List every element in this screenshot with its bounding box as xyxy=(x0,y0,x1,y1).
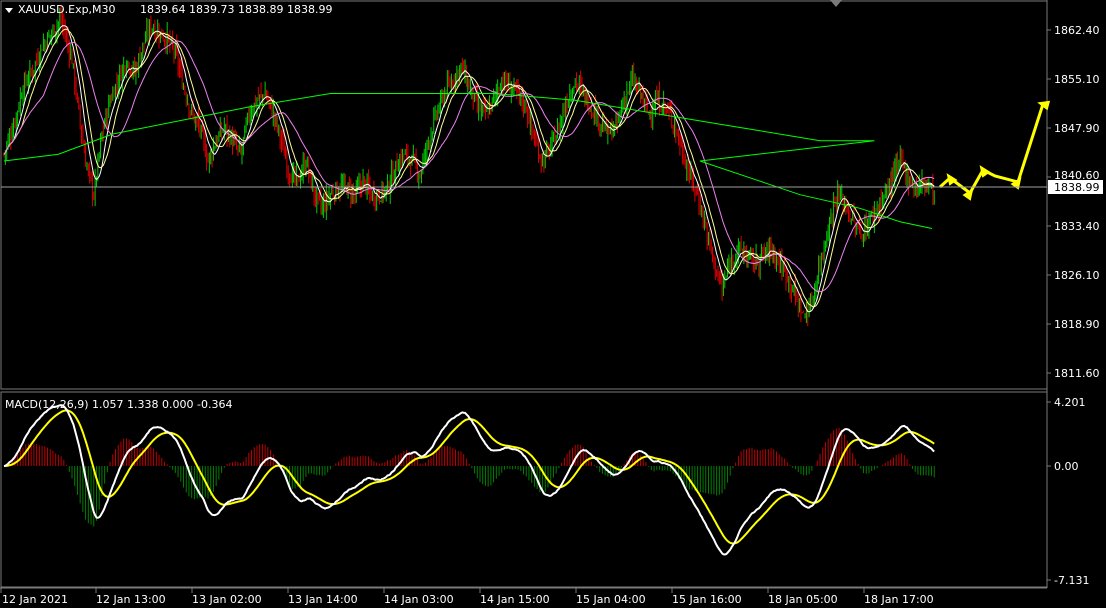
symbol-info: XAUUSD.Exp,M30 xyxy=(18,3,116,16)
time-axis: 12 Jan 2021 12 Jan 13:00 13 Jan 02:00 13… xyxy=(0,588,934,606)
time-tick-label: 15 Jan 16:00 xyxy=(672,593,742,606)
macd-tick-label: 4.201 xyxy=(1054,396,1086,409)
ohlc-values: 1839.64 1839.73 1838.89 1838.99 xyxy=(140,3,332,16)
time-tick-label: 13 Jan 02:00 xyxy=(192,593,262,606)
price-tick-label: 1855.10 xyxy=(1054,73,1100,86)
time-tick-label: 12 Jan 2021 xyxy=(2,593,68,606)
price-tick-label: 1847.90 xyxy=(1054,122,1100,135)
price-tick-label: 1811.60 xyxy=(1054,367,1100,380)
macd-tick-label: 0.00 xyxy=(1054,460,1079,473)
price-tick-label: 1826.10 xyxy=(1054,269,1100,282)
time-tick-label: 13 Jan 14:00 xyxy=(288,593,358,606)
time-tick-label: 18 Jan 05:00 xyxy=(768,593,838,606)
price-tick-label: 1833.40 xyxy=(1054,220,1100,233)
price-tick-label: 1862.40 xyxy=(1054,24,1100,37)
time-tick-label: 12 Jan 13:00 xyxy=(96,593,166,606)
current-price-label: 1838.99 xyxy=(1054,181,1100,194)
time-tick-label: 14 Jan 15:00 xyxy=(480,593,550,606)
price-tick-label: 1818.90 xyxy=(1054,318,1100,331)
macd-axis: 4.201 0.00 -7.131 xyxy=(1047,396,1089,587)
time-tick-label: 14 Jan 03:00 xyxy=(384,593,454,606)
macd-label: MACD(12,26,9) 1.057 1.338 0.000 -0.364 xyxy=(5,398,232,411)
time-tick-label: 18 Jan 17:00 xyxy=(864,593,934,606)
price-axis: 1862.40 1855.10 1847.90 1840.60 1833.40 … xyxy=(1047,24,1100,380)
trading-chart[interactable]: XAUUSD.Exp,M30 1839.64 1839.73 1838.89 1… xyxy=(0,0,1106,608)
time-tick-label: 15 Jan 04:00 xyxy=(576,593,646,606)
macd-pane xyxy=(0,391,1048,588)
price-pane xyxy=(0,0,1048,390)
macd-tick-label: -7.131 xyxy=(1054,574,1089,587)
